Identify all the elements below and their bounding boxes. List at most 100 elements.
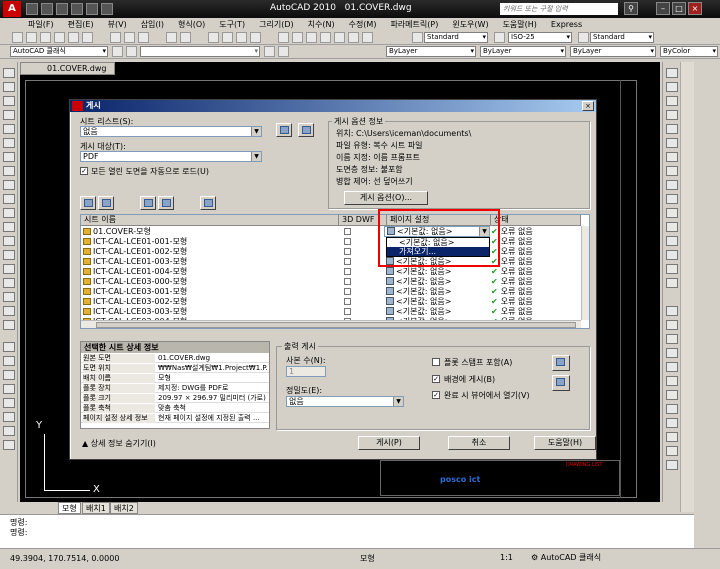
copies-input[interactable]: 1 [286,366,326,377]
maximize-icon[interactable]: □ [672,2,686,15]
coordinates-readout[interactable]: 49.3904, 170.7514, 0.0000 [10,554,119,563]
menu-express[interactable]: Express [551,20,582,29]
spline-icon[interactable] [3,180,15,190]
node-icon[interactable] [666,432,678,442]
copy-icon[interactable] [124,32,135,43]
auto-load-checkbox[interactable]: ✓ [80,167,88,175]
layer-freeze-icon[interactable] [3,384,15,394]
properties-icon[interactable] [278,32,289,43]
sheet-list-vscroll[interactable] [581,226,589,320]
tab-layout1[interactable]: 배치1 [82,502,110,514]
page-setup-cell[interactable]: <기본값: 없음> [386,297,451,307]
scale-icon[interactable] [666,166,678,176]
open-icon[interactable] [26,32,37,43]
endpoint-icon[interactable] [666,320,678,330]
table-row[interactable]: ICT-CAL-LCE01-002-모형가져오기...✔오류 없음 [81,247,589,257]
page-setup-cell[interactable]: <기본값: 없음> [386,267,451,277]
table-row[interactable]: ICT-CAL-LCE01-001-모형<기본값: 없음>✔오류 없음 [81,237,589,247]
hide-details-toggle[interactable]: ▲ 상세 정보 숨기기(I) [82,438,156,449]
layer-lock-icon[interactable] [3,398,15,408]
layer-combo[interactable] [140,46,260,57]
region-icon[interactable] [3,292,15,302]
none-snap-icon[interactable] [666,460,678,470]
redo-icon[interactable] [86,3,98,15]
precision-select[interactable]: 없음 ▼ [286,396,404,407]
annotation-scale[interactable]: 1:1 [500,553,513,562]
perpendicular-icon[interactable] [666,404,678,414]
make-block-icon[interactable] [3,236,15,246]
table-row[interactable]: ICT-CAL-LCE01-004-모형 <기본값: 없음> ✔ 오류 없음 [81,267,589,277]
dwf3d-checkbox[interactable] [344,278,351,285]
mtext-icon[interactable] [3,320,15,330]
mirror-icon[interactable] [666,96,678,106]
page-setup-cell[interactable]: <기본값: 없음> [386,307,451,317]
array-icon[interactable] [666,124,678,134]
markup-icon[interactable] [334,32,345,43]
layer-icon[interactable] [3,342,15,352]
nearest-icon[interactable] [666,446,678,456]
insert-block-icon[interactable] [3,222,15,232]
help-icon[interactable] [362,32,373,43]
point-icon[interactable] [3,250,15,260]
layer-walk-icon[interactable] [3,412,15,422]
table-row[interactable]: ICT-CAL-LCE03-003-모형 <기본값: 없음> ✔ 오류 없음 [81,307,589,317]
help-button[interactable]: 도움말(H) [534,436,596,450]
polygon-icon[interactable] [3,110,15,120]
hatch-icon[interactable] [3,264,15,274]
open-icon[interactable] [41,3,53,15]
calculator-icon[interactable] [348,32,359,43]
column-status[interactable]: 상태 [491,215,581,226]
dwf3d-checkbox[interactable] [344,288,351,295]
redo-icon[interactable] [180,32,191,43]
menu-tools[interactable]: 도구(T) [219,19,245,30]
zoom-icon[interactable] [222,32,233,43]
color-combo[interactable]: ByLayer [386,46,476,57]
zoom-previous-icon[interactable] [250,32,261,43]
layer-off-icon[interactable] [3,370,15,380]
dim-style-combo[interactable]: ISO-25 [508,32,572,43]
intersection-icon[interactable] [666,348,678,358]
fillet-icon[interactable] [666,264,678,274]
chamfer-icon[interactable] [666,250,678,260]
plot-stamp-settings-icon-button[interactable] [552,375,570,391]
preview-button[interactable] [200,196,216,210]
pan-icon[interactable] [208,32,219,43]
xline-icon[interactable] [3,82,15,92]
quadrant-icon[interactable] [666,376,678,386]
publish-options-button[interactable]: 게시 옵션(O)... [344,191,428,205]
autocad-logo-icon[interactable]: A [3,1,21,17]
copy-icon[interactable] [666,82,678,92]
move-down-button[interactable] [158,196,174,210]
rotate-icon[interactable] [666,152,678,162]
menu-dimension[interactable]: 치수(N) [308,19,335,30]
plotstyle-combo[interactable]: ByColor [660,46,718,57]
table-style-combo[interactable]: Standard [590,32,654,43]
menu-window[interactable]: 윈도우(W) [452,19,488,30]
layer-manager-icon[interactable] [126,46,137,57]
plot-stamp-checkbox[interactable] [432,358,440,366]
menu-parametric[interactable]: 파라메트릭(P) [390,19,438,30]
break-icon[interactable] [666,222,678,232]
gear-icon[interactable] [112,46,123,57]
save-icon[interactable] [56,3,68,15]
menu-modify[interactable]: 수정(M) [349,19,377,30]
dwf3d-checkbox[interactable] [344,268,351,275]
close-icon[interactable]: × [582,101,594,111]
print-icon[interactable] [101,3,113,15]
page-setup-cell[interactable]: <기본값: 없음> [386,287,451,297]
gradient-icon[interactable] [3,278,15,288]
layer-isolate-icon[interactable] [3,356,15,366]
menu-file[interactable]: 파일(F) [28,19,54,30]
trim-icon[interactable] [666,194,678,204]
layer-previous-icon[interactable] [264,46,275,57]
circle-icon[interactable] [3,152,15,162]
command-prompt[interactable]: 명령: [10,527,27,538]
ellipse-arc-icon[interactable] [3,208,15,218]
linetype-combo[interactable]: ByLayer [480,46,566,57]
table-row[interactable]: ICT-CAL-LCE01-003-모형 <기본값: 없음> ✔ 오류 없음 [81,257,589,267]
menu-help[interactable]: 도움말(H) [503,19,537,30]
menu-insert[interactable]: 삽입(I) [141,19,164,30]
rectangle-icon[interactable] [3,124,15,134]
publish-to-select[interactable]: PDF ▼ [80,151,262,162]
undo-icon[interactable] [166,32,177,43]
